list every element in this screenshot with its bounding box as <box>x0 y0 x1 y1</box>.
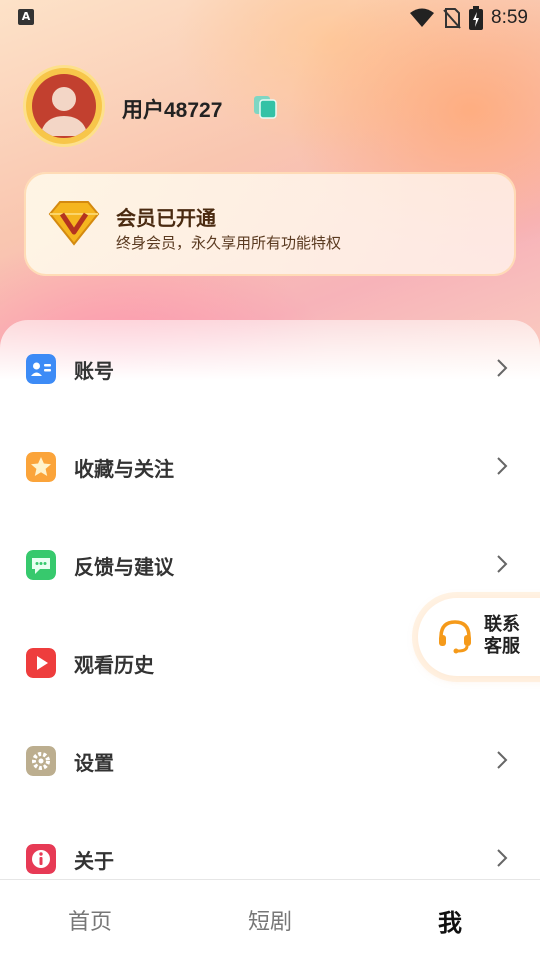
menu-label: 观看历史 <box>74 653 154 677</box>
menu-item-favorites[interactable]: 收藏与关注 <box>0 418 540 516</box>
status-icons: 8:59 <box>409 6 528 30</box>
menu-item-account[interactable]: 账号 <box>0 320 540 418</box>
menu-label: 收藏与关注 <box>74 457 174 481</box>
star-icon <box>26 452 56 482</box>
chevron-right-icon <box>497 849 508 867</box>
vip-card[interactable]: 会员已开通 终身会员，永久享用所有功能特权 <box>24 172 516 276</box>
menu-item-settings[interactable]: 设置 <box>0 712 540 810</box>
bottom-tab-bar: 首页 短剧 我 <box>0 879 540 961</box>
chevron-right-icon <box>497 457 508 475</box>
wifi-icon <box>410 8 435 27</box>
avatar[interactable] <box>26 68 102 144</box>
menu-label: 设置 <box>74 751 114 775</box>
notification-badge: A <box>18 9 34 25</box>
tab-home[interactable]: 首页 <box>0 904 180 936</box>
copy-icon[interactable] <box>252 94 278 120</box>
tab-me[interactable]: 我 <box>360 903 540 938</box>
avatar-icon <box>32 74 96 138</box>
vip-title: 会员已开通 <box>116 206 216 230</box>
chevron-right-icon <box>497 359 508 377</box>
account-card-icon <box>26 354 56 384</box>
chevron-right-icon <box>497 555 508 573</box>
play-icon <box>26 648 56 678</box>
chat-bubble-icon <box>26 550 56 580</box>
username: 用户48727 <box>122 99 223 122</box>
menu-label: 关于 <box>74 849 114 873</box>
chevron-right-icon <box>497 751 508 769</box>
battery-charging-icon <box>469 6 484 30</box>
menu-label: 账号 <box>74 359 114 383</box>
no-sim-icon <box>443 8 461 29</box>
headset-icon <box>439 620 471 654</box>
customer-service-label: 联系客服 <box>484 614 520 657</box>
status-time: 8:59 <box>491 7 528 28</box>
menu-label: 反馈与建议 <box>74 555 174 579</box>
info-icon <box>26 844 56 874</box>
tab-short-drama[interactable]: 短剧 <box>180 904 360 936</box>
vip-badge-icon <box>48 201 100 246</box>
status-bar: A 8:59 <box>0 0 540 36</box>
gear-icon <box>26 746 56 776</box>
vip-subtitle: 终身会员，永久享用所有功能特权 <box>116 234 342 252</box>
customer-service-button[interactable]: 联系客服 <box>418 598 540 676</box>
